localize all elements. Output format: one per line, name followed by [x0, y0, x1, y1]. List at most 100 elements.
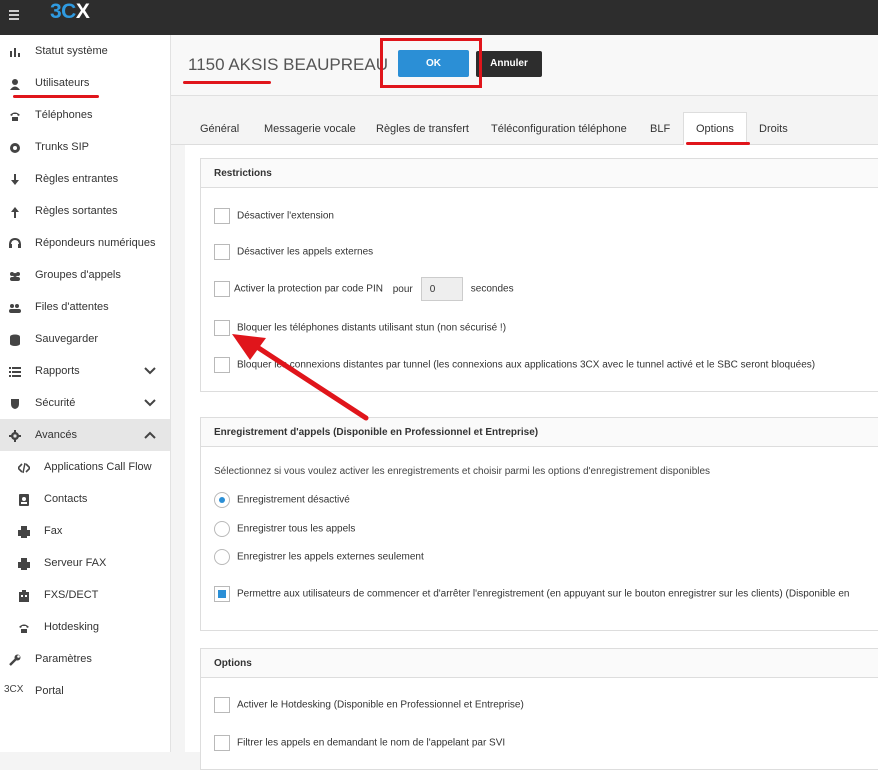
- group-icon: [10, 272, 20, 281]
- chevron-up-icon[interactable]: [144, 429, 156, 441]
- checkbox-label: Activer la protection par code PIN: [234, 283, 383, 295]
- tab-regles-transfert[interactable]: Règles de transfert: [376, 123, 469, 135]
- app-logo[interactable]: 3CX: [50, 0, 90, 24]
- sidebar-item-label: Groupes d'appels: [35, 269, 121, 281]
- annotation-underline-title: [183, 81, 271, 84]
- tab-messagerie-vocale[interactable]: Messagerie vocale: [264, 123, 356, 135]
- contact-card-icon: [19, 494, 29, 506]
- top-bar: 3CX: [0, 0, 878, 35]
- tab-options[interactable]: Options: [683, 112, 747, 146]
- phone-icon: [10, 112, 20, 121]
- sidebar-item-rapports[interactable]: Rapports: [0, 355, 170, 387]
- sidebar-item-files-attentes[interactable]: Files d'attentes: [0, 291, 170, 323]
- filter-ivr-checkbox[interactable]: [214, 735, 230, 751]
- sidebar-item-securite[interactable]: Sécurité: [0, 387, 170, 419]
- sidebar-item-portal[interactable]: 3CX Portal: [0, 675, 170, 707]
- sidebar-item-regles-entrantes[interactable]: Règles entrantes: [0, 163, 170, 195]
- sidebar-item-statut-systeme[interactable]: Statut système: [0, 35, 170, 67]
- sidebar-item-fxs-dect[interactable]: FXS/DECT: [0, 579, 170, 611]
- sidebar-item-label: Files d'attentes: [35, 301, 109, 313]
- disable-external-calls-checkbox[interactable]: [214, 244, 230, 260]
- sidebar-item-avances[interactable]: Avancés: [0, 419, 170, 451]
- recording-all-radio[interactable]: [214, 521, 230, 537]
- sidebar-item-sauvegarder[interactable]: Sauvegarder: [0, 323, 170, 355]
- sidebar-item-hotdesking[interactable]: Hotdesking: [0, 611, 170, 643]
- sidebar-item-label: Règles entrantes: [35, 173, 119, 185]
- recording-disabled-radio[interactable]: [214, 492, 230, 508]
- fax-server-icon: [18, 558, 30, 570]
- shield-icon: [11, 399, 19, 409]
- database-icon: [10, 334, 20, 346]
- gear-icon: [9, 430, 21, 442]
- 3cx-icon: 3CX: [4, 684, 24, 695]
- sidebar-item-label: Sécurité: [35, 397, 76, 409]
- list-icon: [9, 367, 21, 377]
- chevron-down-icon[interactable]: [144, 397, 156, 409]
- pin-protection-row: Activer la protection par code PIN pour 0…: [214, 277, 514, 301]
- sidebar-item-label: Téléphones: [35, 109, 93, 121]
- arrow-up-icon: [11, 207, 19, 218]
- bar-chart-icon: [10, 48, 20, 57]
- page-header: 1150 AKSIS BEAUPREAU OK Annuler: [171, 35, 878, 96]
- sidebar-item-groupes-appels[interactable]: Groupes d'appels: [0, 259, 170, 291]
- chevron-down-icon[interactable]: [144, 365, 156, 377]
- pin-unit-label: secondes: [470, 283, 514, 295]
- pin-seconds-input[interactable]: 0: [420, 277, 463, 301]
- annotation-arrow-icon: [232, 334, 369, 421]
- pin-protection-checkbox[interactable]: [214, 281, 230, 297]
- annotation-underline-options-tab: [686, 142, 750, 145]
- sidebar-item-label: Sauvegarder: [35, 333, 98, 345]
- sidebar-item-regles-sortantes[interactable]: Règles sortantes: [0, 195, 170, 227]
- sidebar-item-parametres[interactable]: Paramètres: [0, 643, 170, 675]
- tab-blf[interactable]: BLF: [650, 123, 670, 135]
- sidebar-item-label: Applications Call Flow: [44, 461, 152, 473]
- checkbox-label: Permettre aux utilisateurs de commencer …: [237, 588, 850, 600]
- recording-all-row: Enregistrer tous les appels: [214, 521, 355, 537]
- tab-droits[interactable]: Droits: [759, 123, 788, 135]
- sidebar: Statut système Utilisateurs Téléphones T…: [0, 35, 171, 752]
- sidebar-item-trunks-sip[interactable]: Trunks SIP: [0, 131, 170, 163]
- checkbox-label: Filtrer les appels en demandant le nom d…: [237, 737, 506, 749]
- tab-general[interactable]: Général: [200, 123, 239, 135]
- allow-user-recording-checkbox[interactable]: [214, 586, 230, 602]
- recording-disabled-row: Enregistrement désactivé: [214, 492, 350, 508]
- sidebar-item-fax[interactable]: Fax: [0, 515, 170, 547]
- panel-title: Options: [214, 658, 252, 669]
- panel-header: Options: [201, 649, 878, 678]
- sidebar-item-call-flow[interactable]: Applications Call Flow: [0, 451, 170, 483]
- panel-title: Restrictions: [214, 168, 272, 179]
- panel-header: Restrictions: [201, 159, 878, 188]
- sidebar-item-label: Rapports: [35, 365, 80, 377]
- code-icon: [18, 462, 30, 474]
- sidebar-item-label: Fax: [44, 525, 63, 537]
- tab-bar: Général Messagerie vocale Règles de tran…: [171, 96, 878, 146]
- page-title: 1150 AKSIS BEAUPREAU: [188, 55, 389, 74]
- sidebar-item-label: Trunks SIP: [35, 141, 89, 153]
- recording-external-radio[interactable]: [214, 549, 230, 565]
- filter-ivr-row: Filtrer les appels en demandant le nom d…: [214, 735, 505, 751]
- radio-label: Enregistrement désactivé: [237, 494, 350, 506]
- sidebar-item-telephones[interactable]: Téléphones: [0, 99, 170, 131]
- sidebar-item-label: FXS/DECT: [44, 589, 99, 601]
- sidebar-item-label: Règles sortantes: [35, 205, 118, 217]
- recording-panel: Enregistrement d'appels (Disponible en P…: [200, 417, 878, 631]
- sidebar-item-contacts[interactable]: Contacts: [0, 483, 170, 515]
- disable-extension-checkbox[interactable]: [214, 208, 230, 224]
- queue-icon: [9, 304, 21, 313]
- checkbox-label: Désactiver l'extension: [237, 210, 334, 222]
- sidebar-item-serveur-fax[interactable]: Serveur FAX: [0, 547, 170, 579]
- fax-icon: [18, 526, 30, 538]
- sidebar-item-label: Portal: [35, 685, 64, 697]
- sidebar-item-label: Contacts: [44, 493, 88, 505]
- radio-label: Enregistrer tous les appels: [237, 523, 356, 535]
- sidebar-item-label: Paramètres: [35, 653, 92, 665]
- cancel-button[interactable]: Annuler: [476, 51, 542, 77]
- disable-external-row: Désactiver les appels externes: [214, 244, 373, 260]
- sidebar-item-repondeurs[interactable]: Répondeurs numériques: [0, 227, 170, 259]
- fxs-icon: [19, 590, 29, 602]
- tab-teleconfiguration[interactable]: Téléconfiguration téléphone: [491, 123, 627, 135]
- sidebar-item-label: Répondeurs numériques: [35, 237, 156, 249]
- checkbox-label: Activer le Hotdesking (Disponible en Pro…: [237, 699, 524, 711]
- hotdesking-checkbox[interactable]: [214, 697, 230, 713]
- hamburger-menu-icon[interactable]: [9, 10, 19, 22]
